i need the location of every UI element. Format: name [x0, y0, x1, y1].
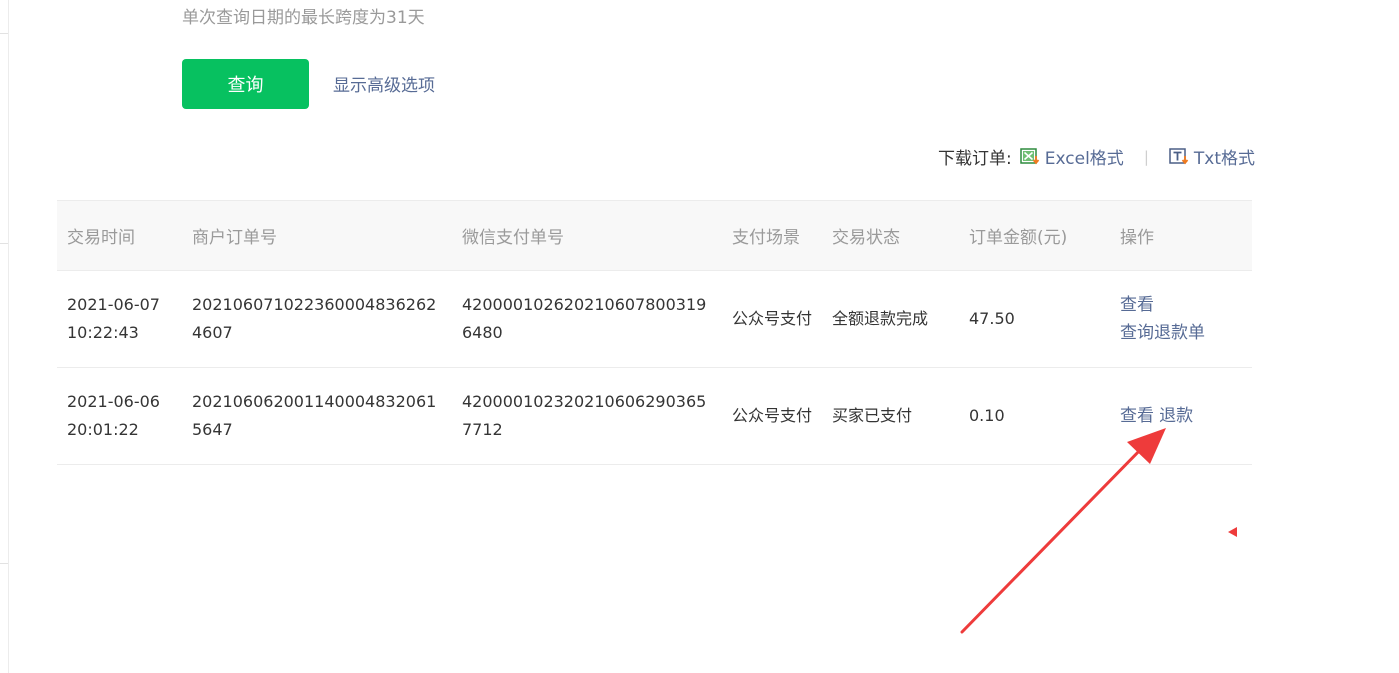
refund-link[interactable]: 退款	[1159, 406, 1193, 426]
header-actions: 操作	[1110, 200, 1252, 271]
download-orders-bar: 下载订单: Excel格式 | Txt格式	[938, 144, 1255, 170]
header-pay-scene: 支付场景	[722, 200, 822, 271]
orders-table: 交易时间 商户订单号 微信支付单号 支付场景 交易状态 订单金额(元) 操作 2…	[57, 200, 1252, 465]
table-row: 2021-06-07 10:22:43 20210607102236000483…	[57, 270, 1252, 368]
cell-pay-scene: 公众号支付	[722, 367, 822, 465]
header-wechat-pay-no: 微信支付单号	[452, 200, 722, 271]
cell-trade-time: 2021-06-06 20:01:22	[57, 367, 182, 465]
download-excel-label: Excel格式	[1044, 149, 1124, 169]
table-row: 2021-06-06 20:01:22 20210606200114000483…	[57, 367, 1252, 465]
cell-order-amount: 0.10	[959, 367, 1110, 465]
cell-trade-status: 买家已支付	[822, 367, 959, 465]
view-order-link[interactable]: 查看	[1120, 295, 1154, 315]
download-separator: |	[1143, 147, 1149, 166]
header-order-amount: 订单金额(元)	[959, 200, 1110, 271]
download-orders-label: 下载订单:	[938, 149, 1012, 169]
show-advanced-options-link[interactable]: 显示高级选项	[333, 71, 435, 96]
query-button[interactable]: 查询	[182, 59, 309, 109]
table-header-row: 交易时间 商户订单号 微信支付单号 支付场景 交易状态 订单金额(元) 操作	[57, 200, 1252, 271]
header-trade-time: 交易时间	[57, 200, 182, 271]
cell-wechat-pay-no: 4200001023202106062903657712	[452, 367, 722, 465]
red-marker-triangle-icon	[1228, 527, 1237, 537]
cell-merchant-order-no: 202106062001140004832061 5647	[182, 367, 452, 465]
header-merchant-order-no: 商户订单号	[182, 200, 452, 271]
left-panel-edge	[0, 0, 9, 673]
cell-order-amount: 47.50	[959, 270, 1110, 368]
cell-pay-scene: 公众号支付	[722, 270, 822, 368]
download-txt-label: Txt格式	[1193, 149, 1255, 169]
cell-merchant-order-no: 202106071022360004836262 4607	[182, 270, 452, 368]
view-order-link[interactable]: 查看	[1120, 406, 1154, 426]
cell-trade-status: 全额退款完成	[822, 270, 959, 368]
order-query-page: 单次查询日期的最长跨度为31天 查询 显示高级选项 下载订单: Excel格式 …	[0, 0, 1399, 673]
query-refund-link[interactable]: 查询退款单	[1120, 323, 1205, 343]
cell-wechat-pay-no: 4200001026202106078003196480	[452, 270, 722, 368]
download-txt-link[interactable]: Txt格式	[1169, 144, 1255, 169]
cell-trade-time: 2021-06-07 10:22:43	[57, 270, 182, 368]
cell-actions: 查看 退款	[1110, 367, 1252, 465]
excel-file-icon	[1020, 147, 1039, 164]
date-range-hint: 单次查询日期的最长跨度为31天	[182, 8, 425, 28]
download-excel-link[interactable]: Excel格式	[1020, 144, 1124, 169]
cell-actions: 查看 查询退款单	[1110, 270, 1252, 368]
txt-file-icon	[1169, 147, 1189, 164]
header-trade-status: 交易状态	[822, 200, 959, 271]
